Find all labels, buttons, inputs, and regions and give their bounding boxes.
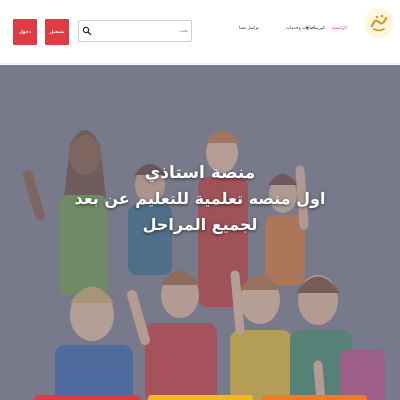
- hero-banner: منصة استاذي اول منصه تعلمية للتعليم عن ب…: [0, 65, 400, 400]
- logo[interactable]: [364, 8, 394, 38]
- feature-card[interactable]: [35, 395, 140, 400]
- hero-subtitle: اول منصه تعلمية للتعليم عن بعد: [74, 189, 326, 208]
- nav-item-courses-label: كورسات: [309, 26, 325, 31]
- search-input[interactable]: [92, 21, 188, 41]
- feature-card[interactable]: [262, 395, 367, 400]
- register-button[interactable]: تسجيل: [45, 19, 69, 45]
- hero-headline: منصة استاذي اول منصه تعلمية للتعليم عن ب…: [0, 160, 400, 238]
- nav-item-home[interactable]: الرئيسية: [332, 26, 347, 36]
- nav-item-contact[interactable]: تواصل معنا: [239, 26, 259, 36]
- site-header: دخول تسجيل تواصل معنا خيارات وخدمات كورس…: [0, 0, 400, 64]
- nav-item-courses[interactable]: كورسات▼: [306, 26, 325, 36]
- hero-title: منصة استاذي: [144, 163, 256, 183]
- feature-card[interactable]: [148, 395, 253, 400]
- chevron-down-icon: ▼: [306, 26, 309, 30]
- hero-subtitle-2: لجميع المراحل: [142, 215, 258, 234]
- logo-icon: [366, 10, 392, 36]
- search-icon[interactable]: [82, 26, 92, 36]
- login-button[interactable]: دخول: [13, 19, 37, 45]
- search-box: [78, 20, 192, 42]
